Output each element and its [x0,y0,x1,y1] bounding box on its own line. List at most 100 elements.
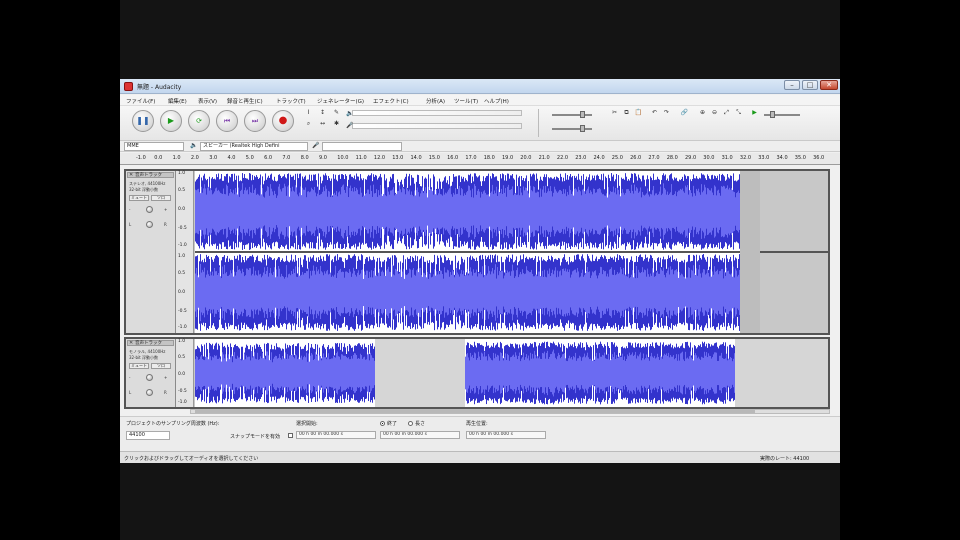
play-speed-knob[interactable] [770,111,775,118]
waveform-rms [707,188,708,235]
menu-view[interactable]: 表示(V) [198,97,217,105]
waveform-area[interactable] [195,171,828,333]
play-button[interactable]: ▶ [160,110,182,132]
menu-help[interactable]: ヘルプ(H) [484,97,509,105]
timeshift-tool-icon[interactable]: ↔ [318,120,327,128]
audio-host-select[interactable]: MME [124,142,184,151]
record-button[interactable]: ● [272,110,294,132]
menu-transport[interactable]: 録音と再生(C) [227,97,263,105]
pause-button[interactable]: ❚❚ [132,110,154,132]
play-at-speed-icon[interactable]: ▶ [750,109,759,117]
multi-tool-icon[interactable]: ✱ [332,120,341,128]
waveform-gap [251,394,252,405]
audio-position-time[interactable]: 00 h 00 m 00.000 s [466,431,546,439]
menu-tools[interactable]: ツール(T) [454,97,478,105]
audio-track-mono[interactable]: ✕ 音声トラック モノラル, 44100Hz 32-bit 浮動小数 ミュート … [124,337,830,409]
waveform-rms [537,276,538,309]
output-volume-slider[interactable] [552,114,592,116]
menu-effect[interactable]: エフェクト(C) [373,97,409,105]
sync-lock-icon[interactable]: 🔗 [680,109,689,117]
end-radio[interactable] [380,421,385,426]
copy-icon[interactable]: ⧉ [622,109,631,117]
waveform-rms [705,187,706,236]
cut-icon[interactable]: ✂ [610,109,619,117]
waveform-rms [693,265,694,320]
gain-slider[interactable] [146,374,153,381]
waveform-rms [672,356,673,390]
record-meter[interactable] [352,123,522,129]
waveform-rms [368,189,369,234]
project-rate-select[interactable]: 44100 [126,431,170,440]
menu-analyze[interactable]: 分析(A) [426,97,445,105]
close-track-icon[interactable]: ✕ [129,341,133,346]
close-button[interactable]: ✕ [820,80,838,90]
pan-slider[interactable] [146,221,153,228]
loop-button[interactable]: ⟳ [188,110,210,132]
menu-generate[interactable]: ジェネレーター(G) [317,97,364,105]
mute-button[interactable]: ミュート [129,363,149,369]
waveform-gap [450,173,451,187]
waveform-area[interactable] [195,339,828,407]
fit-project-icon[interactable]: ⤡ [734,109,743,117]
gain-slider[interactable] [146,206,153,213]
waveform-rms [307,361,308,385]
envelope-tool-icon[interactable]: ↕ [318,109,327,117]
track-name-menu[interactable]: ✕ 音声トラック [127,172,174,178]
input-volume-knob[interactable] [580,125,585,132]
mute-button[interactable]: ミュート [129,195,149,201]
input-volume-slider[interactable] [552,128,592,130]
waveform[interactable] [195,339,828,407]
selection-start-time[interactable]: 00 h 00 m 00.000 s [296,431,376,439]
scrollbar-thumb[interactable] [195,410,755,413]
menu-tracks[interactable]: トラック(T) [276,97,306,105]
title-bar[interactable]: 無題 - Audacity – □ ✕ [120,79,840,94]
snap-checkbox[interactable] [288,433,293,438]
waveform-rms [333,355,334,391]
undo-icon[interactable]: ↶ [650,109,659,117]
length-radio[interactable] [408,421,413,426]
waveform-rms [561,191,562,232]
waveform-rms [195,359,196,387]
audio-track-stereo[interactable]: ✕ 音声トラック ステレオ, 44100Hz 32-bit 浮動小数 ミュート … [124,169,830,335]
end-radio-label: 終了 [387,421,398,427]
menu-edit[interactable]: 編集(E) [168,97,187,105]
waveform-rms [575,352,576,394]
waveform-rms [336,353,337,393]
waveform-rms [341,354,342,392]
draw-tool-icon[interactable]: ✎ [332,109,341,117]
maximize-button[interactable]: □ [802,80,818,90]
selection-end-time[interactable]: 00 h 00 m 00.000 s [380,431,460,439]
waveform-rms [660,186,661,237]
input-device-select[interactable] [322,142,402,151]
solo-button[interactable]: ソロ [151,195,171,201]
waveform-rms [398,273,399,312]
solo-button[interactable]: ソロ [151,363,171,369]
fit-selection-icon[interactable]: ⤢ [722,109,731,117]
playback-meter[interactable] [352,110,522,116]
zoom-tool-icon[interactable]: ⌕ [304,120,313,128]
horizontal-scrollbar[interactable] [190,409,830,414]
output-device-select[interactable]: スピーカー (Realtek High Defini [200,142,308,151]
waveform-rms [582,269,583,316]
waveform[interactable] [195,171,828,333]
selection-tool-icon[interactable]: I [304,109,313,117]
waveform-rms [503,360,504,386]
track-name-menu[interactable]: ✕ 音声トラック [127,340,174,346]
output-volume-knob[interactable] [580,111,585,118]
close-track-icon[interactable]: ✕ [129,173,133,178]
timeline-ruler[interactable]: -1.0 0.0 1.0 2.0 3.0 4.0 5.0 6.0 7.0 8.0 9.0 10.0 11… [120,153,840,165]
skip-end-button[interactable]: ⏭ [244,110,266,132]
menu-file[interactable]: ファイル(F) [126,97,155,105]
waveform-rms [256,194,257,229]
waveform-rms [671,269,672,316]
redo-icon[interactable]: ↷ [662,109,671,117]
waveform-rms [472,355,473,391]
zoom-in-icon[interactable]: ⊕ [698,109,707,117]
zoom-out-icon[interactable]: ⊖ [710,109,719,117]
waveform-rms [322,357,323,389]
waveform-rms [481,274,482,311]
minimize-button[interactable]: – [784,80,800,90]
paste-icon[interactable]: 📋 [634,109,643,117]
pan-slider[interactable] [146,389,153,396]
skip-start-button[interactable]: ⏮ [216,110,238,132]
